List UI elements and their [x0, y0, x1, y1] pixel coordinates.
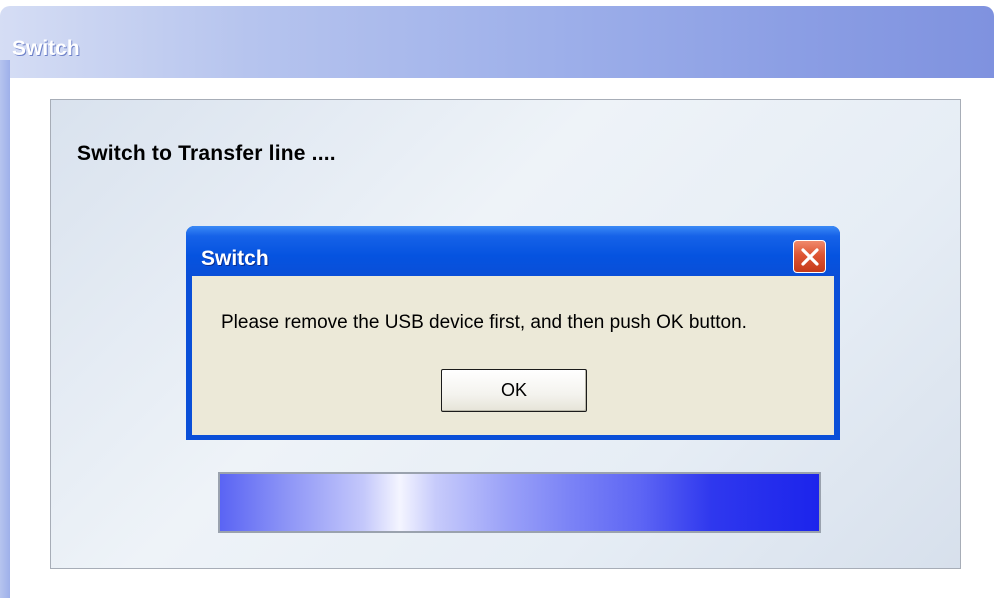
dialog-titlebar[interactable]: Switch: [186, 226, 840, 276]
switch-dialog: Switch Please remove the USB device firs…: [186, 226, 840, 440]
close-button[interactable]: [793, 240, 826, 273]
dialog-body: Please remove the USB device first, and …: [192, 276, 834, 435]
status-text: Switch to Transfer line ....: [77, 142, 336, 165]
progress-bar: [218, 472, 821, 533]
dialog-message: Please remove the USB device first, and …: [221, 312, 747, 333]
close-icon: [801, 248, 819, 266]
ok-button[interactable]: OK: [441, 369, 587, 412]
window-titlebar[interactable]: Switch: [0, 6, 994, 78]
window-border: [0, 60, 10, 598]
window-title: Switch: [12, 37, 80, 60]
dialog-title: Switch: [201, 247, 269, 270]
progress-fill: [220, 474, 819, 531]
main-window: Switch Switch to Transfer line .... Swit…: [0, 0, 994, 598]
